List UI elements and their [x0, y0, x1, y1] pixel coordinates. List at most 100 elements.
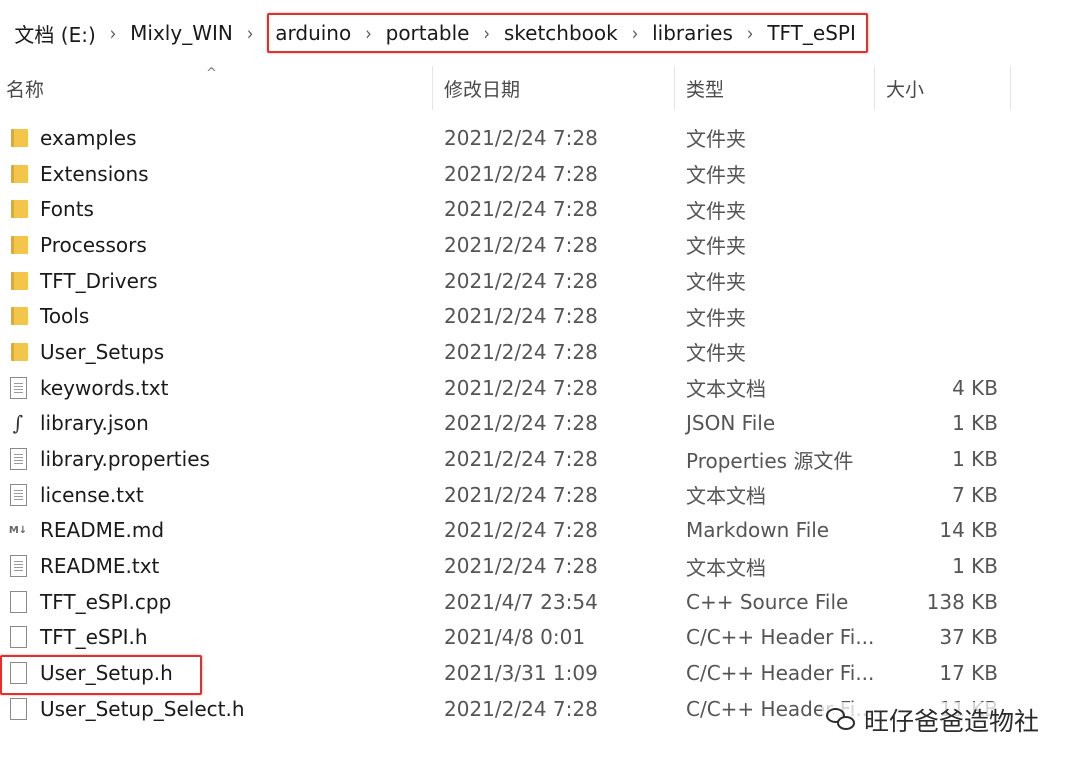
- file-size: [880, 120, 998, 156]
- column-header-type[interactable]: 类型: [680, 66, 874, 110]
- chevron-right-icon[interactable]: ›: [365, 22, 371, 45]
- file-row[interactable]: license.txt 2021/2/24 7:28 文本文档 7 KB: [0, 477, 1080, 513]
- file-size: 1 KB: [952, 411, 998, 436]
- file-row[interactable]: Processors 2021/2/24 7:28 文件夹: [0, 227, 1080, 263]
- file-type: 文件夹: [686, 270, 746, 295]
- breadcrumb: › 文档 (E:) › Mixly_WIN › arduino › portab…: [0, 0, 1080, 66]
- file-date: 2021/2/24 7:28: [444, 232, 598, 257]
- file-type: C++ Source File: [686, 589, 849, 614]
- column-header-row: ^ 名称 修改日期 类型 大小: [0, 66, 1080, 110]
- file-date: 2021/2/24 7:28: [444, 375, 598, 400]
- text-file-icon: [6, 370, 30, 406]
- file-row[interactable]: TFT_Drivers 2021/2/24 7:28 文件夹: [0, 263, 1080, 299]
- breadcrumb-item-sketchbook[interactable]: sketchbook: [504, 21, 618, 45]
- file-date: 2021/4/8 0:01: [444, 625, 586, 650]
- file-row[interactable]: User_Setups 2021/2/24 7:28 文件夹: [0, 334, 1080, 370]
- file-date: 2021/2/24 7:28: [444, 518, 598, 543]
- file-row[interactable]: TFT_eSPI.cpp 2021/4/7 23:54 C++ Source Fil…: [0, 584, 1080, 620]
- file-type: 文件夹: [686, 341, 746, 366]
- file-type: C/C++ Header Fi...: [686, 661, 875, 686]
- file-row[interactable]: TFT_eSPI.h 2021/4/8 0:01 C/C++ Header Fi..…: [0, 620, 1080, 656]
- column-divider[interactable]: [674, 66, 675, 110]
- folder-icon: [6, 120, 30, 156]
- file-name: TFT_eSPI.cpp: [40, 589, 172, 614]
- chevron-right-icon[interactable]: ›: [110, 22, 116, 45]
- highlight-box: [0, 655, 202, 695]
- file-row[interactable]: Fonts 2021/2/24 7:28 文件夹: [0, 191, 1080, 227]
- file-row[interactable]: M↓ README.md 2021/2/24 7:28 Markdown File 14…: [0, 513, 1080, 549]
- markdown-file-icon: M↓: [8, 524, 28, 536]
- file-date: 2021/2/24 7:28: [444, 447, 598, 472]
- column-header-size[interactable]: 大小: [880, 66, 1010, 110]
- column-divider[interactable]: [1010, 66, 1011, 110]
- file-row[interactable]: ∫ library.json 2021/2/24 7:28 JSON File 1 KB: [0, 406, 1080, 442]
- file-date: 2021/2/24 7:28: [444, 268, 598, 293]
- file-name: User_Setups: [40, 339, 165, 364]
- chevron-right-icon[interactable]: ›: [747, 22, 753, 45]
- blank-file-icon: [6, 620, 30, 656]
- file-row[interactable]: keywords.txt 2021/2/24 7:28 文本文档 4 KB: [0, 370, 1080, 406]
- file-type: C/C++ Header Fi...: [686, 625, 875, 650]
- file-type: 文件夹: [686, 305, 746, 330]
- breadcrumb-item-drive[interactable]: 文档 (E:): [14, 19, 95, 48]
- file-row[interactable]: README.txt 2021/2/24 7:28 文本文档 1 KB: [0, 548, 1080, 584]
- file-type: 文本文档: [686, 484, 766, 509]
- chevron-right-icon[interactable]: ›: [483, 22, 489, 45]
- breadcrumb-item-tft-espi[interactable]: TFT_eSPI: [767, 21, 856, 45]
- file-type: 文件夹: [686, 127, 746, 152]
- file-name: README.md: [40, 518, 165, 543]
- file-name: Processors: [40, 232, 147, 257]
- file-date: 2021/2/24 7:28: [444, 339, 598, 364]
- column-header-name[interactable]: 名称: [0, 66, 432, 110]
- breadcrumb-item-mixly[interactable]: Mixly_WIN: [130, 21, 233, 45]
- folder-icon: [6, 156, 30, 192]
- file-size: 7 KB: [952, 482, 998, 507]
- file-size: [880, 263, 998, 299]
- file-row[interactable]: Extensions 2021/2/24 7:28 文件夹: [0, 156, 1080, 192]
- file-type: Markdown File: [686, 518, 830, 543]
- file-size: 4 KB: [952, 375, 998, 400]
- file-size: 1 KB: [952, 554, 998, 579]
- file-size: [880, 156, 998, 192]
- text-file-icon: [6, 441, 30, 477]
- file-row[interactable]: Tools 2021/2/24 7:28 文件夹: [0, 298, 1080, 334]
- file-type: 文件夹: [686, 198, 746, 223]
- file-row[interactable]: examples 2021/2/24 7:28 文件夹: [0, 120, 1080, 156]
- highlighted-path: arduino › portable › sketchbook › librar…: [267, 13, 868, 53]
- folder-icon: [6, 263, 30, 299]
- breadcrumb-item-libraries[interactable]: libraries: [652, 21, 733, 45]
- file-list: examples 2021/2/24 7:28 文件夹 Extensions 2021/…: [0, 120, 1080, 727]
- file-date: 2021/2/24 7:28: [444, 482, 598, 507]
- file-date: 2021/4/7 23:54: [444, 589, 598, 614]
- folder-icon: [6, 191, 30, 227]
- watermark: 旺仔爸爸造物社: [822, 702, 1044, 738]
- file-size: 138 KB: [926, 589, 998, 614]
- folder-icon: [6, 298, 30, 334]
- file-name: examples: [40, 125, 137, 150]
- breadcrumb-item-arduino[interactable]: arduino: [275, 21, 351, 45]
- file-size: [880, 191, 998, 227]
- folder-icon: [6, 227, 30, 263]
- column-divider[interactable]: [432, 66, 433, 110]
- file-date: 2021/2/24 7:28: [444, 125, 598, 150]
- column-header-date[interactable]: 修改日期: [438, 66, 674, 110]
- folder-icon: [6, 334, 30, 370]
- file-size: 37 KB: [939, 625, 998, 650]
- file-type: 文本文档: [686, 377, 766, 402]
- file-size: [880, 334, 998, 370]
- column-divider[interactable]: [874, 66, 875, 110]
- file-name: library.json: [40, 411, 149, 436]
- chevron-right-icon[interactable]: ›: [632, 22, 638, 45]
- file-type: JSON File: [686, 411, 776, 436]
- file-name: license.txt: [40, 482, 144, 507]
- file-date: 2021/2/24 7:28: [444, 197, 598, 222]
- file-row[interactable]: library.properties 2021/2/24 7:28 Properti…: [0, 441, 1080, 477]
- file-type: 文件夹: [686, 163, 746, 188]
- chevron-right-icon[interactable]: ›: [247, 22, 253, 45]
- file-size: 1 KB: [952, 447, 998, 472]
- file-date: 2021/2/24 7:28: [444, 554, 598, 579]
- file-name: keywords.txt: [40, 375, 169, 400]
- file-name: library.properties: [40, 447, 210, 472]
- file-type: 文本文档: [686, 555, 766, 580]
- breadcrumb-item-portable[interactable]: portable: [386, 21, 470, 45]
